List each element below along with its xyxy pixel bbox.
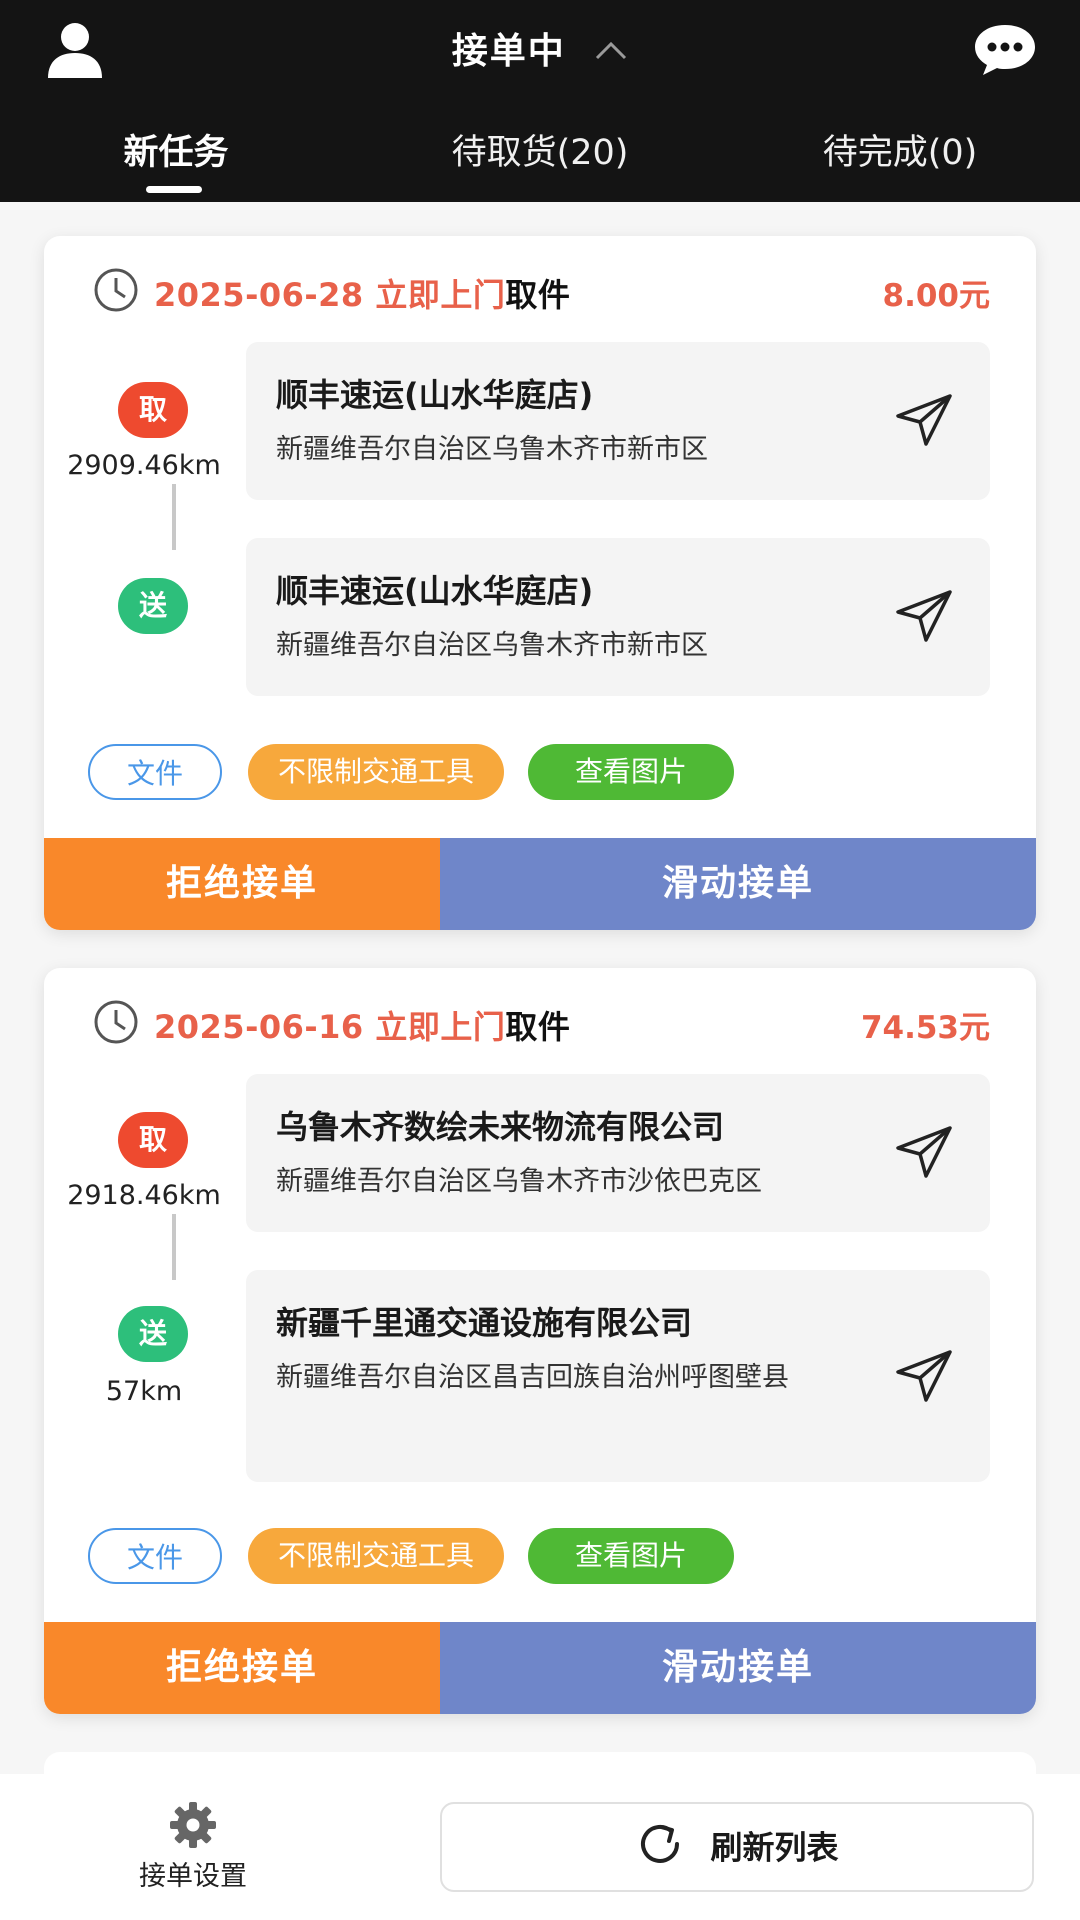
slide-accept-button[interactable]: 滑动接单 bbox=[440, 838, 1036, 930]
pickup-badge: 取 bbox=[118, 382, 188, 438]
pickup-distance: 2918.46km bbox=[67, 1180, 221, 1211]
dropoff-name: 新疆千里通交通设施有限公司 bbox=[276, 1304, 693, 1342]
pickup-badge: 取 bbox=[118, 1112, 188, 1168]
pickup-name: 乌鲁木齐数绘未来物流有限公司 bbox=[276, 1108, 725, 1146]
chat-bubble-icon[interactable] bbox=[972, 22, 1038, 78]
route-line bbox=[172, 1214, 176, 1280]
order-price: 8.00元 bbox=[882, 278, 991, 314]
pickup-address: 新疆维吾尔自治区乌鲁木齐市新市区 bbox=[276, 434, 708, 465]
order-actions: 拒绝接单 滑动接单 bbox=[44, 1622, 1036, 1714]
route-line bbox=[172, 484, 176, 550]
dropoff-name: 顺丰速运(山水华庭店) bbox=[276, 572, 594, 610]
top-bar: 接单中 新任务 待取货(20) 待完成(0) bbox=[0, 0, 1080, 202]
tag-any-vehicle: 不限制交通工具 bbox=[248, 744, 504, 800]
dropoff-address-box[interactable]: 顺丰速运(山水华庭店) 新疆维吾尔自治区乌鲁木齐市新市区 bbox=[246, 538, 990, 696]
dropoff-address-box[interactable]: 新疆千里通交通设施有限公司 新疆维吾尔自治区昌吉回族自治州呼图壁县 bbox=[246, 1270, 990, 1482]
active-tab-indicator bbox=[146, 186, 202, 193]
order-card[interactable]: 2025-06-28 立即上门取件 8.00元 取 2909.46km 送 顺丰… bbox=[44, 236, 1036, 930]
pickup-address-box[interactable]: 顺丰速运(山水华庭店) 新疆维吾尔自治区乌鲁木齐市新市区 bbox=[246, 342, 990, 500]
slide-accept-button[interactable]: 滑动接单 bbox=[440, 1622, 1036, 1714]
tab-new-tasks[interactable]: 新任务 bbox=[114, 124, 238, 175]
order-type-text: 取件 bbox=[505, 276, 571, 314]
dropoff-badge: 送 bbox=[118, 1306, 188, 1362]
gear-icon bbox=[170, 1802, 216, 1848]
pickup-address: 新疆维吾尔自治区乌鲁木齐市沙依巴克区 bbox=[276, 1166, 762, 1197]
dropoff-address: 新疆维吾尔自治区乌鲁木齐市新市区 bbox=[276, 630, 708, 661]
order-header: 2025-06-16 立即上门取件 74.53元 bbox=[92, 998, 990, 1048]
order-price: 74.53元 bbox=[860, 1010, 990, 1046]
order-header: 2025-06-28 立即上门取件 8.00元 bbox=[92, 266, 990, 316]
tag-document: 文件 bbox=[88, 1528, 222, 1584]
order-settings-label: 接单设置 bbox=[139, 1861, 247, 1892]
pickup-name: 顺丰速运(山水华庭店) bbox=[276, 376, 594, 414]
pickup-address-box[interactable]: 乌鲁木齐数绘未来物流有限公司 新疆维吾尔自治区乌鲁木齐市沙依巴克区 bbox=[246, 1074, 990, 1232]
tag-document: 文件 bbox=[88, 744, 222, 800]
pickup-distance: 2909.46km bbox=[67, 450, 221, 481]
reject-order-button[interactable]: 拒绝接单 bbox=[44, 1622, 440, 1714]
reject-order-button[interactable]: 拒绝接单 bbox=[44, 838, 440, 930]
route-indicator: 取 2918.46km 送 57km bbox=[64, 968, 224, 1618]
order-actions: 拒绝接单 滑动接单 bbox=[44, 838, 1036, 930]
order-settings-button[interactable]: 接单设置 bbox=[108, 1800, 278, 1893]
dropoff-address: 新疆维吾尔自治区昌吉回族自治州呼图壁县 bbox=[276, 1362, 789, 1393]
status-label: 接单中 bbox=[451, 31, 566, 72]
order-tabs: 新任务 待取货(20) 待完成(0) bbox=[0, 124, 1080, 194]
send-arrow-icon[interactable] bbox=[894, 392, 954, 448]
refresh-list-label: 刷新列表 bbox=[710, 1828, 839, 1867]
bottom-bar: 接单设置 刷新列表 bbox=[0, 1774, 1080, 1920]
dropoff-distance: 57km bbox=[105, 1376, 183, 1407]
dropoff-badge: 送 bbox=[118, 578, 188, 634]
status-toggle[interactable]: 接单中 bbox=[0, 22, 1080, 74]
order-type-text: 取件 bbox=[505, 1008, 571, 1046]
send-arrow-icon[interactable] bbox=[894, 588, 954, 644]
send-arrow-icon[interactable] bbox=[894, 1348, 954, 1404]
view-photos-button[interactable]: 查看图片 bbox=[528, 1528, 734, 1584]
refresh-list-button[interactable]: 刷新列表 bbox=[440, 1802, 1034, 1892]
tab-awaiting-completion[interactable]: 待完成(0) bbox=[800, 124, 1000, 175]
refresh-icon bbox=[641, 1824, 680, 1863]
tag-any-vehicle: 不限制交通工具 bbox=[248, 1528, 504, 1584]
view-photos-button[interactable]: 查看图片 bbox=[528, 744, 734, 800]
tab-awaiting-pickup[interactable]: 待取货(20) bbox=[430, 124, 650, 175]
chevron-up-icon bbox=[596, 41, 627, 60]
send-arrow-icon[interactable] bbox=[894, 1124, 954, 1180]
order-card[interactable]: 2025-06-16 立即上门取件 74.53元 取 2918.46km 送 5… bbox=[44, 968, 1036, 1714]
